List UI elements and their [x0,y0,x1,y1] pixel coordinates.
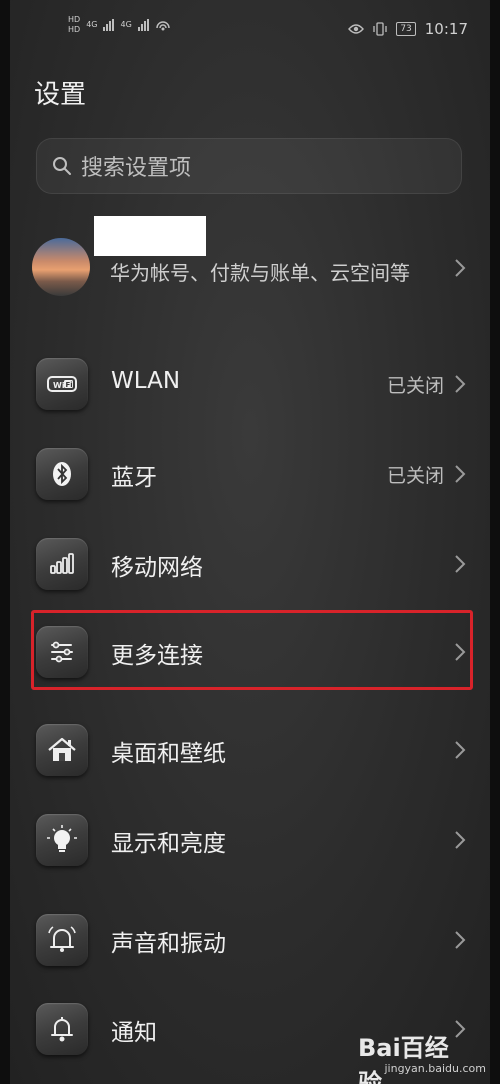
account-name-redacted [94,216,206,256]
watermark-url: jingyan.baidu.com [384,1062,486,1075]
vibrate-icon [373,22,387,36]
highlight-box [31,610,473,690]
network-type: 4G [86,20,98,29]
bulb-icon [36,814,88,866]
row-label: 蓝牙 [111,465,157,491]
row-label: WLAN [111,368,181,394]
row-label: 移动网络 [111,555,203,581]
bluetooth-icon [36,448,88,500]
row-value: 已关闭 [386,465,444,487]
status-left: HD HD 4G 4G [68,16,171,34]
signal-icon [103,19,115,31]
svg-text:Wi: Wi [53,381,65,390]
chevron-right-icon [455,931,466,949]
setting-row-mobile-network[interactable]: 移动网络 [10,520,490,610]
setting-row-display-brightness[interactable]: 显示和亮度 [10,796,490,886]
row-label: 显示和亮度 [111,831,226,857]
chevron-right-icon [455,375,466,393]
bell-icon [36,914,88,966]
status-bar: HD HD 4G 4G 73 10:17 [10,0,490,52]
chevron-right-icon [455,555,466,573]
row-label: 通知 [111,1020,157,1046]
clock: 10:17 [424,20,468,38]
search-icon [53,157,71,175]
watermark-logo: Bai百经验 [358,1034,449,1084]
search-input[interactable]: 搜索设置项 [36,138,462,194]
svg-text:Fi: Fi [66,381,73,389]
chevron-right-icon [455,831,466,849]
setting-row-bluetooth[interactable]: 蓝牙 已关闭 [10,430,490,520]
watermark: Bai百经验 jingyan.baidu.com [358,1026,494,1084]
chevron-right-icon [455,465,466,483]
account-row[interactable]: 华为帐号、付款与账单、云空间等 [10,212,490,322]
status-right: 73 10:17 [348,20,468,38]
setting-row-desktop-wallpaper[interactable]: 桌面和壁纸 [10,706,490,796]
notification-icon [36,1003,88,1055]
setting-row-wlan[interactable]: Wi Fi WLAN 已关闭 [10,340,490,430]
signal-bars-icon [36,538,88,590]
wifi-icon: Wi Fi [36,358,88,410]
avatar[interactable] [32,238,90,296]
home-icon [36,724,88,776]
search-placeholder: 搜索设置项 [81,156,192,181]
row-label: 桌面和壁纸 [111,741,226,767]
hd-tag: HD [68,15,81,24]
battery-indicator: 73 [396,22,416,36]
network-type: 4G [120,20,132,29]
chevron-right-icon [455,259,466,277]
row-label: 声音和振动 [111,931,226,957]
page-title: 设置 [34,80,87,110]
eye-icon [348,24,365,34]
setting-row-sound-vibration[interactable]: 声音和振动 [10,896,490,986]
hd-tag: HD [68,25,81,34]
settings-screen: HD HD 4G 4G 73 10:17 设置 搜索设置项 华为帐号、付款与账单… [10,0,490,1084]
row-value: 已关闭 [386,375,444,397]
account-subtitle: 华为帐号、付款与账单、云空间等 [110,261,410,285]
chevron-right-icon [455,741,466,759]
hd-tags: HD HD [68,16,80,34]
signal-icon [137,19,149,31]
hotspot-icon [156,21,170,31]
